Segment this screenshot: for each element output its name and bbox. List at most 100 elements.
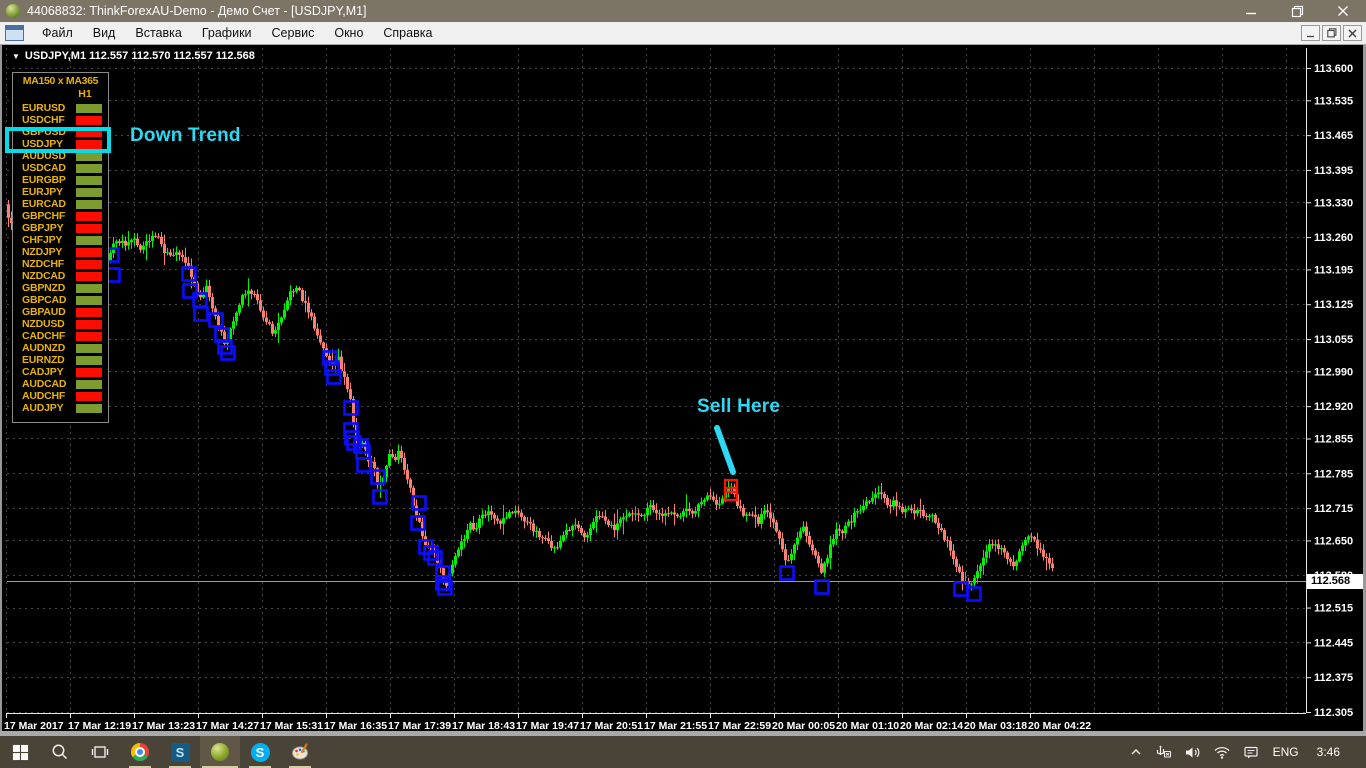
pair-label: GBPAUD [22, 306, 66, 318]
price-tick-label: 113.055 [1314, 334, 1353, 346]
price-tick-label: 112.715 [1314, 503, 1353, 515]
skype-icon: S [250, 742, 270, 762]
pair-row-gbpaud: GBPAUD [13, 306, 108, 318]
price-axis: 113.600 113.535 113.465 113.395 113.330 113.2… [1306, 63, 1353, 719]
pair-label: NZDCHF [22, 258, 64, 270]
tray-usb-remove-icon[interactable] [1149, 736, 1178, 768]
signal-markers [104, 247, 982, 602]
signal-box-up [76, 175, 102, 185]
time-tick-label: 17 Mar 12:19 [68, 720, 131, 731]
time-tick-label: 17 Mar 19:47 [516, 720, 579, 731]
metatrader4-icon [211, 743, 229, 761]
price-tick-label: 113.125 [1314, 299, 1353, 311]
indicator-panel: MA150 x MA365 H1 EURUSD USDCHF GBPUSD USDJP… [12, 72, 109, 423]
time-tick-label: 20 Mar 02:14 [900, 720, 963, 731]
clock[interactable]: 3:46 [1307, 745, 1366, 759]
time-tick-label: 17 Mar 14:27 [196, 720, 259, 731]
price-tick-label: 112.650 [1314, 535, 1353, 547]
candlestick-chart: 113.600 113.535 113.465 113.395 113.330 113.2… [4, 48, 1353, 731]
pair-row-nzdcad: NZDCAD [13, 270, 108, 282]
signal-box-down [76, 223, 102, 233]
menu-insert[interactable]: Вставка [125, 24, 191, 42]
menu-help[interactable]: Справка [373, 24, 442, 42]
child-minimize-button[interactable] [1301, 25, 1320, 41]
pair-row-chfjpy: CHFJPY [13, 234, 108, 246]
time-tick-label: 20 Mar 01:10 [836, 720, 899, 731]
language-indicator[interactable]: ENG [1265, 745, 1307, 759]
time-tick-label: 17 Mar 18:43 [452, 720, 515, 731]
price-tick-label: 113.600 [1314, 63, 1353, 75]
price-tick-label: 112.855 [1314, 433, 1353, 445]
child-close-button[interactable] [1343, 25, 1362, 41]
pair-row-audnzd: AUDNZD [13, 342, 108, 354]
price-tick-label: 112.305 [1314, 707, 1353, 719]
pair-label: USDCHF [22, 114, 65, 126]
menu-file[interactable]: Файл [32, 24, 83, 42]
taskbar-start-button[interactable] [0, 736, 40, 768]
pair-label: NZDUSD [22, 318, 65, 330]
ohlc-text: USDJPY,M1 112.557 112.570 112.557 112.56… [24, 50, 255, 62]
s-app-icon: S [170, 742, 190, 762]
ohlc-header: ▼ USDJPY,M1 112.557 112.570 112.557 112.… [12, 50, 255, 62]
taskbar-chrome-button[interactable] [120, 736, 160, 768]
menu-window[interactable]: Окно [324, 24, 373, 42]
time-tick-label: 17 Mar 13:23 [132, 720, 195, 731]
pair-label: GBPCAD [22, 294, 67, 306]
pair-row-usdcad: USDCAD [13, 162, 108, 174]
signal-box-down [76, 211, 102, 221]
menu-service[interactable]: Сервис [262, 24, 325, 42]
plot-frame [7, 48, 1307, 714]
taskbar-paint-button[interactable] [280, 736, 320, 768]
screen: 44068832: ThinkForexAU-Demo - Демо Счет … [0, 0, 1366, 768]
taskbar-s-app-button[interactable]: S [160, 736, 200, 768]
taskbar-metatrader4-button[interactable] [200, 736, 240, 768]
taskbar-skype-button[interactable]: S [240, 736, 280, 768]
time-tick-label: 17 Mar 21:55 [644, 720, 707, 731]
pair-label: AUDCAD [22, 378, 67, 390]
task-view-icon [91, 746, 109, 758]
price-tick-label: 112.375 [1314, 672, 1353, 684]
price-tick-label: 112.990 [1314, 366, 1353, 378]
pair-row-nzdusd: NZDUSD [13, 318, 108, 330]
mt4-app-icon [6, 4, 20, 18]
usdjpy-highlight-box [5, 127, 111, 153]
price-tick-label: 113.535 [1314, 95, 1353, 107]
time-axis: 17 Mar 2017 17 Mar 12:19 17 Mar 13:23 17 Ma… [4, 713, 1091, 731]
pair-row-eurgbp: EURGBP [13, 174, 108, 186]
time-tick-label: 20 Mar 04:22 [1028, 720, 1091, 731]
indicator-title: MA150 x MA365 [22, 75, 99, 87]
pair-label: EURCAD [22, 198, 66, 210]
taskbar-task-view-button[interactable] [80, 736, 120, 768]
signal-box-down [76, 271, 102, 281]
menu-view[interactable]: Вид [83, 24, 126, 42]
sell-here-annotation: Sell Here [697, 396, 781, 417]
child-restore-button[interactable] [1322, 25, 1341, 41]
signal-box-down [76, 115, 102, 125]
time-tick-label: 17 Mar 15:31 [260, 720, 323, 731]
minimize-button[interactable] [1228, 0, 1274, 22]
collapse-triangle-icon[interactable]: ▼ [12, 52, 20, 61]
pair-row-eurnzd: EURNZD [13, 354, 108, 366]
pair-label: AUDCHF [22, 390, 66, 402]
tray-chevron-up-icon[interactable] [1123, 736, 1149, 768]
taskbar-search-button[interactable] [40, 736, 80, 768]
time-tick-label: 20 Mar 00:05 [772, 720, 835, 731]
close-button[interactable] [1320, 0, 1366, 22]
tray-wifi-icon[interactable] [1207, 736, 1237, 768]
tray-speaker-icon[interactable] [1178, 736, 1207, 768]
pair-label: NZDJPY [22, 246, 63, 258]
blue-signal-marker [814, 579, 830, 595]
menu-charts[interactable]: Графики [192, 24, 262, 42]
time-tick-label: 17 Mar 22:59 [708, 720, 771, 731]
pair-row-eurusd: EURUSD [13, 102, 108, 114]
pair-label: AUDNZD [22, 342, 66, 354]
signal-box-down [76, 367, 102, 377]
pair-row-audcad: AUDCAD [13, 378, 108, 390]
chart-region[interactable]: 113.600 113.535 113.465 113.395 113.330 113.2… [0, 45, 1366, 731]
tray-action-center-icon[interactable] [1237, 736, 1265, 768]
system-tray: ENG 3:46 [1123, 736, 1366, 768]
signal-box-up [76, 403, 102, 413]
pair-label: USDCAD [22, 162, 66, 174]
signal-box-down [76, 331, 102, 341]
restore-button[interactable] [1274, 0, 1320, 22]
